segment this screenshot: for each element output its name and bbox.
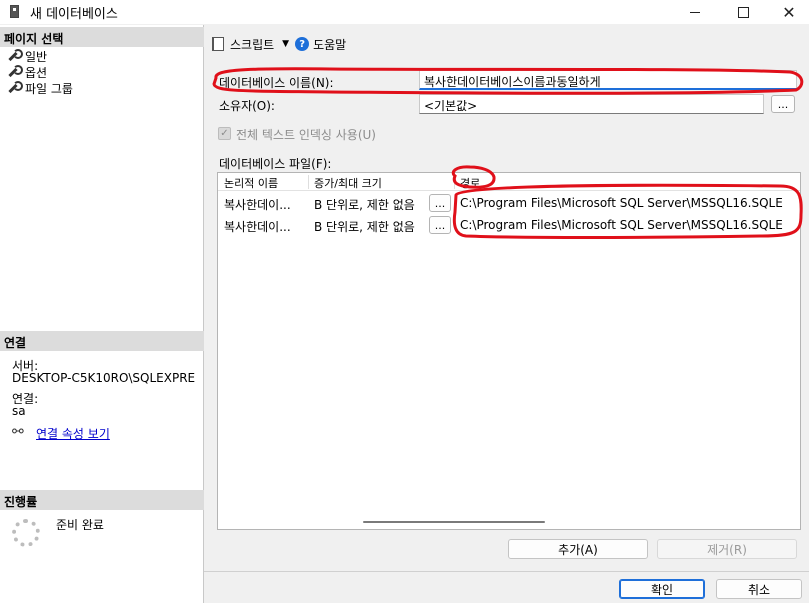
title-bar: 새 데이터베이스 ✕: [0, 0, 809, 24]
remove-button[interactable]: 제거(R): [657, 539, 797, 559]
db-name-input[interactable]: 복사한데이터베이스이름과동일하게: [419, 70, 797, 90]
db-files-grid: 논리적 이름 증가/최대 크기 경로 복사한데이... B 단위로, 제한 없음…: [217, 172, 801, 530]
script-button[interactable]: 스크립트: [230, 36, 274, 53]
owner-input[interactable]: <기본값>: [419, 94, 764, 114]
connection-value: sa: [12, 404, 26, 418]
wrench-icon: [6, 65, 23, 79]
wrench-icon: [6, 81, 23, 95]
db-name-label: 데이터베이스 이름(N):: [219, 76, 334, 90]
add-button[interactable]: 추가(A): [508, 539, 648, 559]
minimize-button[interactable]: [672, 0, 718, 24]
column-header-growth[interactable]: 증가/최대 크기: [314, 175, 382, 191]
divider: [204, 571, 809, 572]
chevron-down-icon[interactable]: ▼: [282, 39, 289, 49]
table-row[interactable]: 복사한데이... B 단위로, 제한 없음 ... C:\Program Fil…: [218, 192, 800, 214]
progress-header: 진행률: [0, 490, 204, 510]
page-item-general[interactable]: 일반: [6, 48, 47, 64]
close-button[interactable]: ✕: [766, 0, 809, 24]
view-connection-properties-label: 연결 속성 보기: [36, 427, 110, 441]
db-files-label: 데이터베이스 파일(F):: [219, 157, 332, 171]
progress-spinner-icon: [12, 519, 40, 547]
fulltext-checkbox[interactable]: ✓: [218, 127, 231, 140]
table-row[interactable]: 복사한데이... B 단위로, 제한 없음 ... C:\Program Fil…: [218, 214, 800, 236]
page-item-options[interactable]: 옵션: [6, 64, 47, 80]
cell-logical-name: 복사한데이...: [224, 220, 291, 234]
progress-status: 준비 완료: [56, 518, 104, 532]
page-select-header: 페이지 선택: [0, 27, 204, 47]
left-pane: 페이지 선택 일반 옵션 파일 그룹 연결 서버: DESKTOP-C5K10R…: [0, 25, 204, 603]
connection-header: 연결: [0, 331, 204, 351]
maximize-button[interactable]: [720, 0, 766, 24]
help-button[interactable]: 도움말: [313, 36, 346, 53]
ok-button[interactable]: 확인: [619, 579, 705, 599]
cell-growth: B 단위로, 제한 없음: [314, 220, 415, 234]
script-icon: [212, 37, 224, 51]
cell-path: C:\Program Files\Microsoft SQL Server\MS…: [460, 196, 783, 210]
toolbar: 스크립트 ▼ ? 도움말: [212, 34, 346, 54]
view-connection-properties-link[interactable]: 연결 속성 보기: [12, 424, 110, 442]
growth-browse-button[interactable]: ...: [429, 194, 451, 212]
growth-browse-button[interactable]: ...: [429, 216, 451, 234]
app-icon: [10, 5, 19, 18]
owner-label: 소유자(O):: [219, 99, 275, 113]
server-value: DESKTOP-C5K10RO\SQLEXPRE: [12, 371, 196, 385]
help-icon: ?: [295, 37, 310, 51]
wrench-icon: [6, 49, 23, 63]
page-item-label: 일반: [25, 49, 48, 64]
horizontal-scrollbar[interactable]: [363, 521, 545, 523]
column-separator: [308, 175, 309, 189]
cancel-button[interactable]: 취소: [716, 579, 802, 599]
cell-growth: B 단위로, 제한 없음: [314, 198, 415, 212]
page-item-label: 파일 그룹: [25, 81, 73, 96]
cell-path: C:\Program Files\Microsoft SQL Server\MS…: [460, 218, 783, 232]
owner-browse-button[interactable]: ...: [771, 95, 795, 113]
connection-properties-icon: [12, 424, 30, 440]
column-separator: [454, 175, 455, 189]
window-title: 새 데이터베이스: [30, 7, 118, 22]
page-item-label: 옵션: [25, 65, 48, 80]
column-header-path[interactable]: 경로: [460, 175, 480, 191]
cell-logical-name: 복사한데이...: [224, 198, 291, 212]
fulltext-label: 전체 텍스트 인덱싱 사용(U): [236, 128, 376, 142]
grid-header: 논리적 이름 증가/최대 크기 경로: [218, 173, 800, 191]
page-item-filegroups[interactable]: 파일 그룹: [6, 80, 73, 96]
column-header-logical-name[interactable]: 논리적 이름: [224, 175, 278, 191]
